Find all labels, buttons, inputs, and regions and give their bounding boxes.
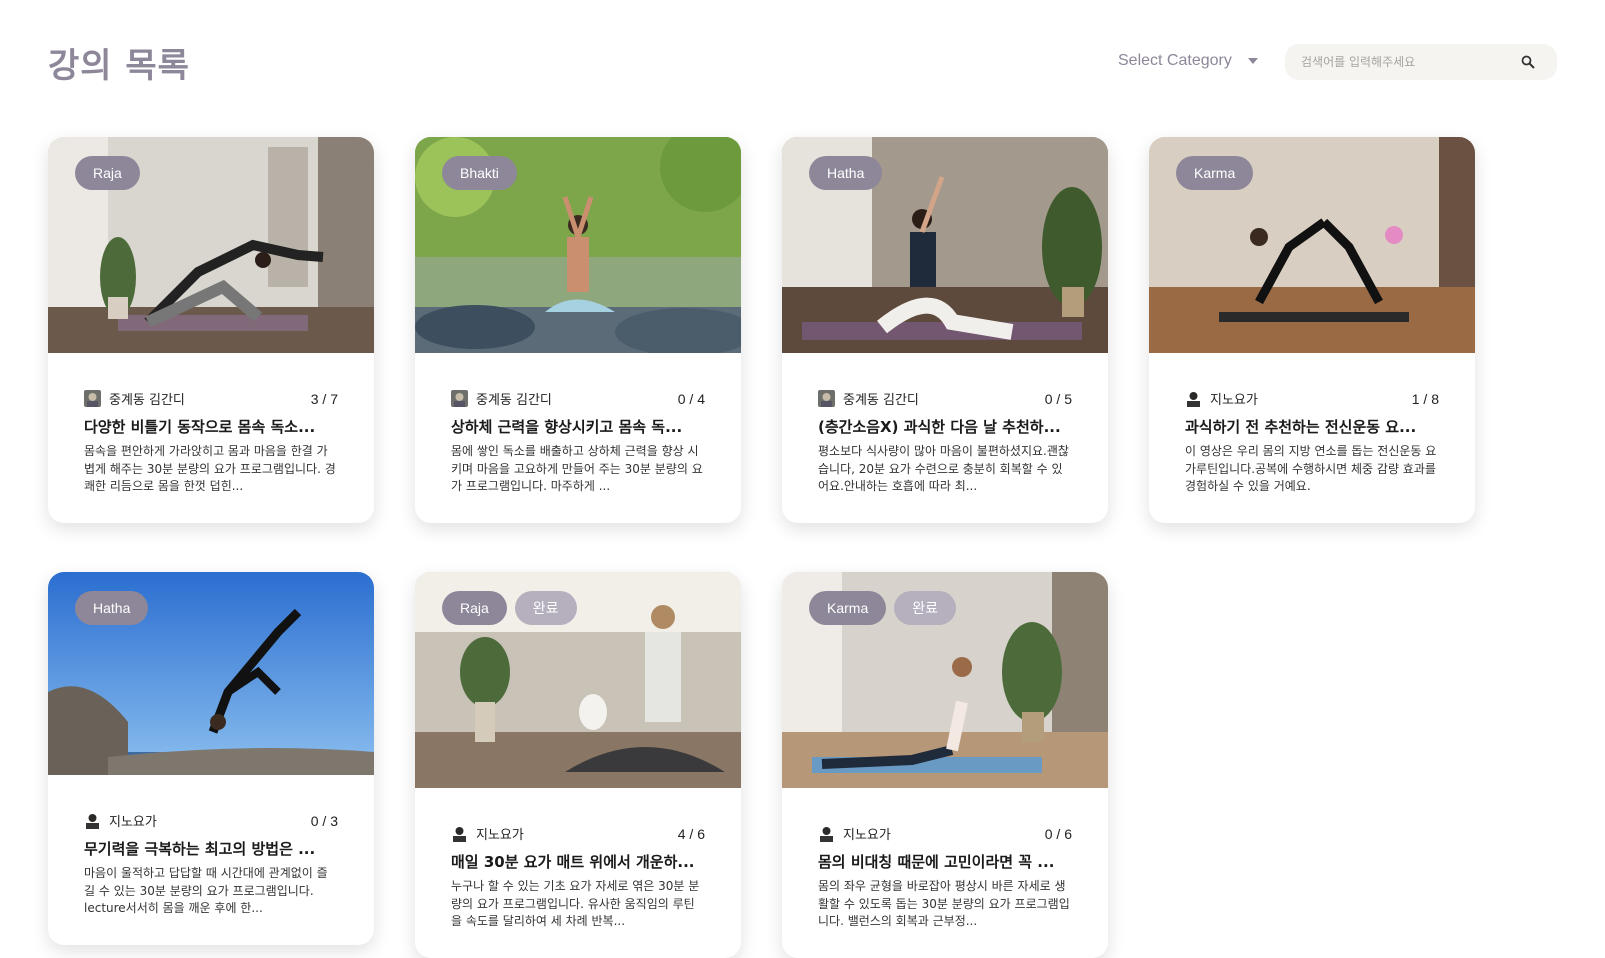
- teacher-name: 지노요가: [843, 828, 891, 843]
- chevron-down-icon: [1247, 58, 1258, 64]
- teacher-avatar: [84, 812, 101, 829]
- search-input[interactable]: [1285, 54, 1515, 70]
- lecture-title: 상하체 근력을 향상시키고 몸속 독...: [451, 418, 683, 436]
- lecture-card[interactable]: Hatha 지노요가 0 / 3 무기력을 극복하는 최고의 방법은 ... 마…: [48, 572, 374, 945]
- search-bar: [1285, 44, 1557, 80]
- tag-list: Bhakti: [442, 156, 517, 190]
- lecture-description: 마음이 울적하고 답답할 때 시간대에 관계없이 즐길 수 있는 30분 분량의…: [84, 866, 328, 915]
- lecture-progress: 0 / 4: [677, 390, 705, 407]
- lecture-card[interactable]: Hatha 중계동 김간디 0 / 5 (층간소음X) 과식한 다음 날 추천하…: [782, 137, 1108, 523]
- lecture-card[interactable]: Karma 완료 지노요가 0 / 6 몸의 비대칭 때문에 고민이라면 꼭 .…: [782, 572, 1108, 958]
- tag-list: Karma 완료: [809, 591, 956, 625]
- lecture-title: 몸의 비대칭 때문에 고민이라면 꼭 ...: [818, 853, 1055, 871]
- lecture-progress: 3 / 7: [310, 390, 338, 407]
- lecture-thumbnail: Karma: [1149, 137, 1475, 353]
- lecture-progress: 1 / 8: [1411, 390, 1439, 407]
- lecture-thumbnail: Hatha: [48, 572, 374, 775]
- completed-tag: 완료: [514, 591, 577, 625]
- tag-list: Raja: [75, 156, 140, 190]
- tag-list: Raja 완료: [442, 591, 577, 625]
- lecture-progress: 4 / 6: [677, 825, 705, 842]
- teacher-name: 중계동 김간디: [843, 393, 919, 408]
- completed-tag: 완료: [894, 591, 956, 625]
- lecture-thumbnail: Raja 완료: [415, 572, 741, 788]
- lecture-title: 과식하기 전 추천하는 전신운동 요...: [1185, 418, 1417, 436]
- teacher-name: 지노요가: [476, 828, 524, 843]
- lecture-thumbnail: Hatha: [782, 137, 1108, 353]
- lecture-title: 무기력을 극복하는 최고의 방법은 ...: [84, 840, 316, 858]
- tag-list: Hatha: [75, 591, 149, 625]
- lecture-title: (층간소음X) 과식한 다음 날 추천하...: [818, 418, 1061, 436]
- category-tag: Karma: [809, 591, 887, 625]
- category-select[interactable]: Select Category: [1118, 52, 1258, 70]
- teacher-avatar: [84, 390, 101, 407]
- lecture-card[interactable]: Karma 지노요가 1 / 8 과식하기 전 추천하는 전신운동 요... 이…: [1149, 137, 1475, 523]
- lecture-progress: 0 / 5: [1044, 390, 1072, 407]
- lecture-thumbnail: Karma 완료: [782, 572, 1108, 788]
- lecture-description: 몸의 좌우 균형을 바로잡아 평상시 바른 자세로 생활할 수 있도록 돕는 3…: [818, 879, 1070, 928]
- category-tag: Karma: [1176, 156, 1254, 190]
- category-select-label: Select Category: [1118, 52, 1232, 69]
- category-tag: Bhakti: [442, 156, 517, 190]
- page-title: 강의 목록: [48, 46, 190, 86]
- tag-list: Karma: [1176, 156, 1254, 190]
- lecture-description: 평소보다 식사량이 많아 마음이 불편하셨지요.괜찮습니다, 20분 요가 수련…: [818, 444, 1069, 493]
- lecture-description: 누구나 할 수 있는 기초 요가 자세로 엮은 30분 분량의 요가 프로그램입…: [451, 879, 700, 928]
- teacher-name: 중계동 김간디: [476, 393, 552, 408]
- lecture-thumbnail: Raja: [48, 137, 374, 353]
- teacher-avatar: [818, 390, 835, 407]
- lecture-thumbnail: Bhakti: [415, 137, 741, 353]
- category-tag: Hatha: [809, 156, 883, 190]
- teacher-name: 지노요가: [109, 815, 157, 830]
- lecture-description: 몸속을 편안하게 가라앉히고 몸과 마음을 한결 가볍게 해주는 30분 분량의…: [84, 444, 336, 493]
- teacher-name: 지노요가: [1210, 393, 1258, 408]
- teacher-avatar: [451, 825, 468, 842]
- category-tag: Raja: [442, 591, 507, 625]
- lecture-card[interactable]: Raja 중계동 김간디 3 / 7 다양한 비틀기 동작으로 몸속 독소...…: [48, 137, 374, 523]
- tag-list: Hatha: [809, 156, 883, 190]
- lecture-card[interactable]: Raja 완료 지노요가 4 / 6 매일 30분 요가 매트 위에서 개운하.…: [415, 572, 741, 958]
- teacher-avatar: [818, 825, 835, 842]
- category-tag: Hatha: [75, 591, 149, 625]
- teacher-avatar: [1185, 390, 1202, 407]
- lecture-description: 이 영상은 우리 몸의 지방 연소를 돕는 전신운동 요가루틴입니다.공복에 수…: [1185, 444, 1437, 493]
- category-tag: Raja: [75, 156, 140, 190]
- lecture-title: 매일 30분 요가 매트 위에서 개운하...: [451, 853, 695, 871]
- lecture-card[interactable]: Bhakti 중계동 김간디 0 / 4 상하체 근력을 향상시키고 몸속 독.…: [415, 137, 741, 523]
- lecture-description: 몸에 쌓인 독소를 배출하고 상하체 근력을 향상 시키며 마음을 고요하게 만…: [451, 444, 703, 493]
- lecture-progress: 0 / 3: [310, 812, 338, 829]
- lecture-progress: 0 / 6: [1044, 825, 1072, 842]
- search-icon[interactable]: [1515, 49, 1541, 75]
- teacher-name: 중계동 김간디: [109, 393, 185, 408]
- teacher-avatar: [451, 390, 468, 407]
- lecture-title: 다양한 비틀기 동작으로 몸속 독소...: [84, 418, 316, 436]
